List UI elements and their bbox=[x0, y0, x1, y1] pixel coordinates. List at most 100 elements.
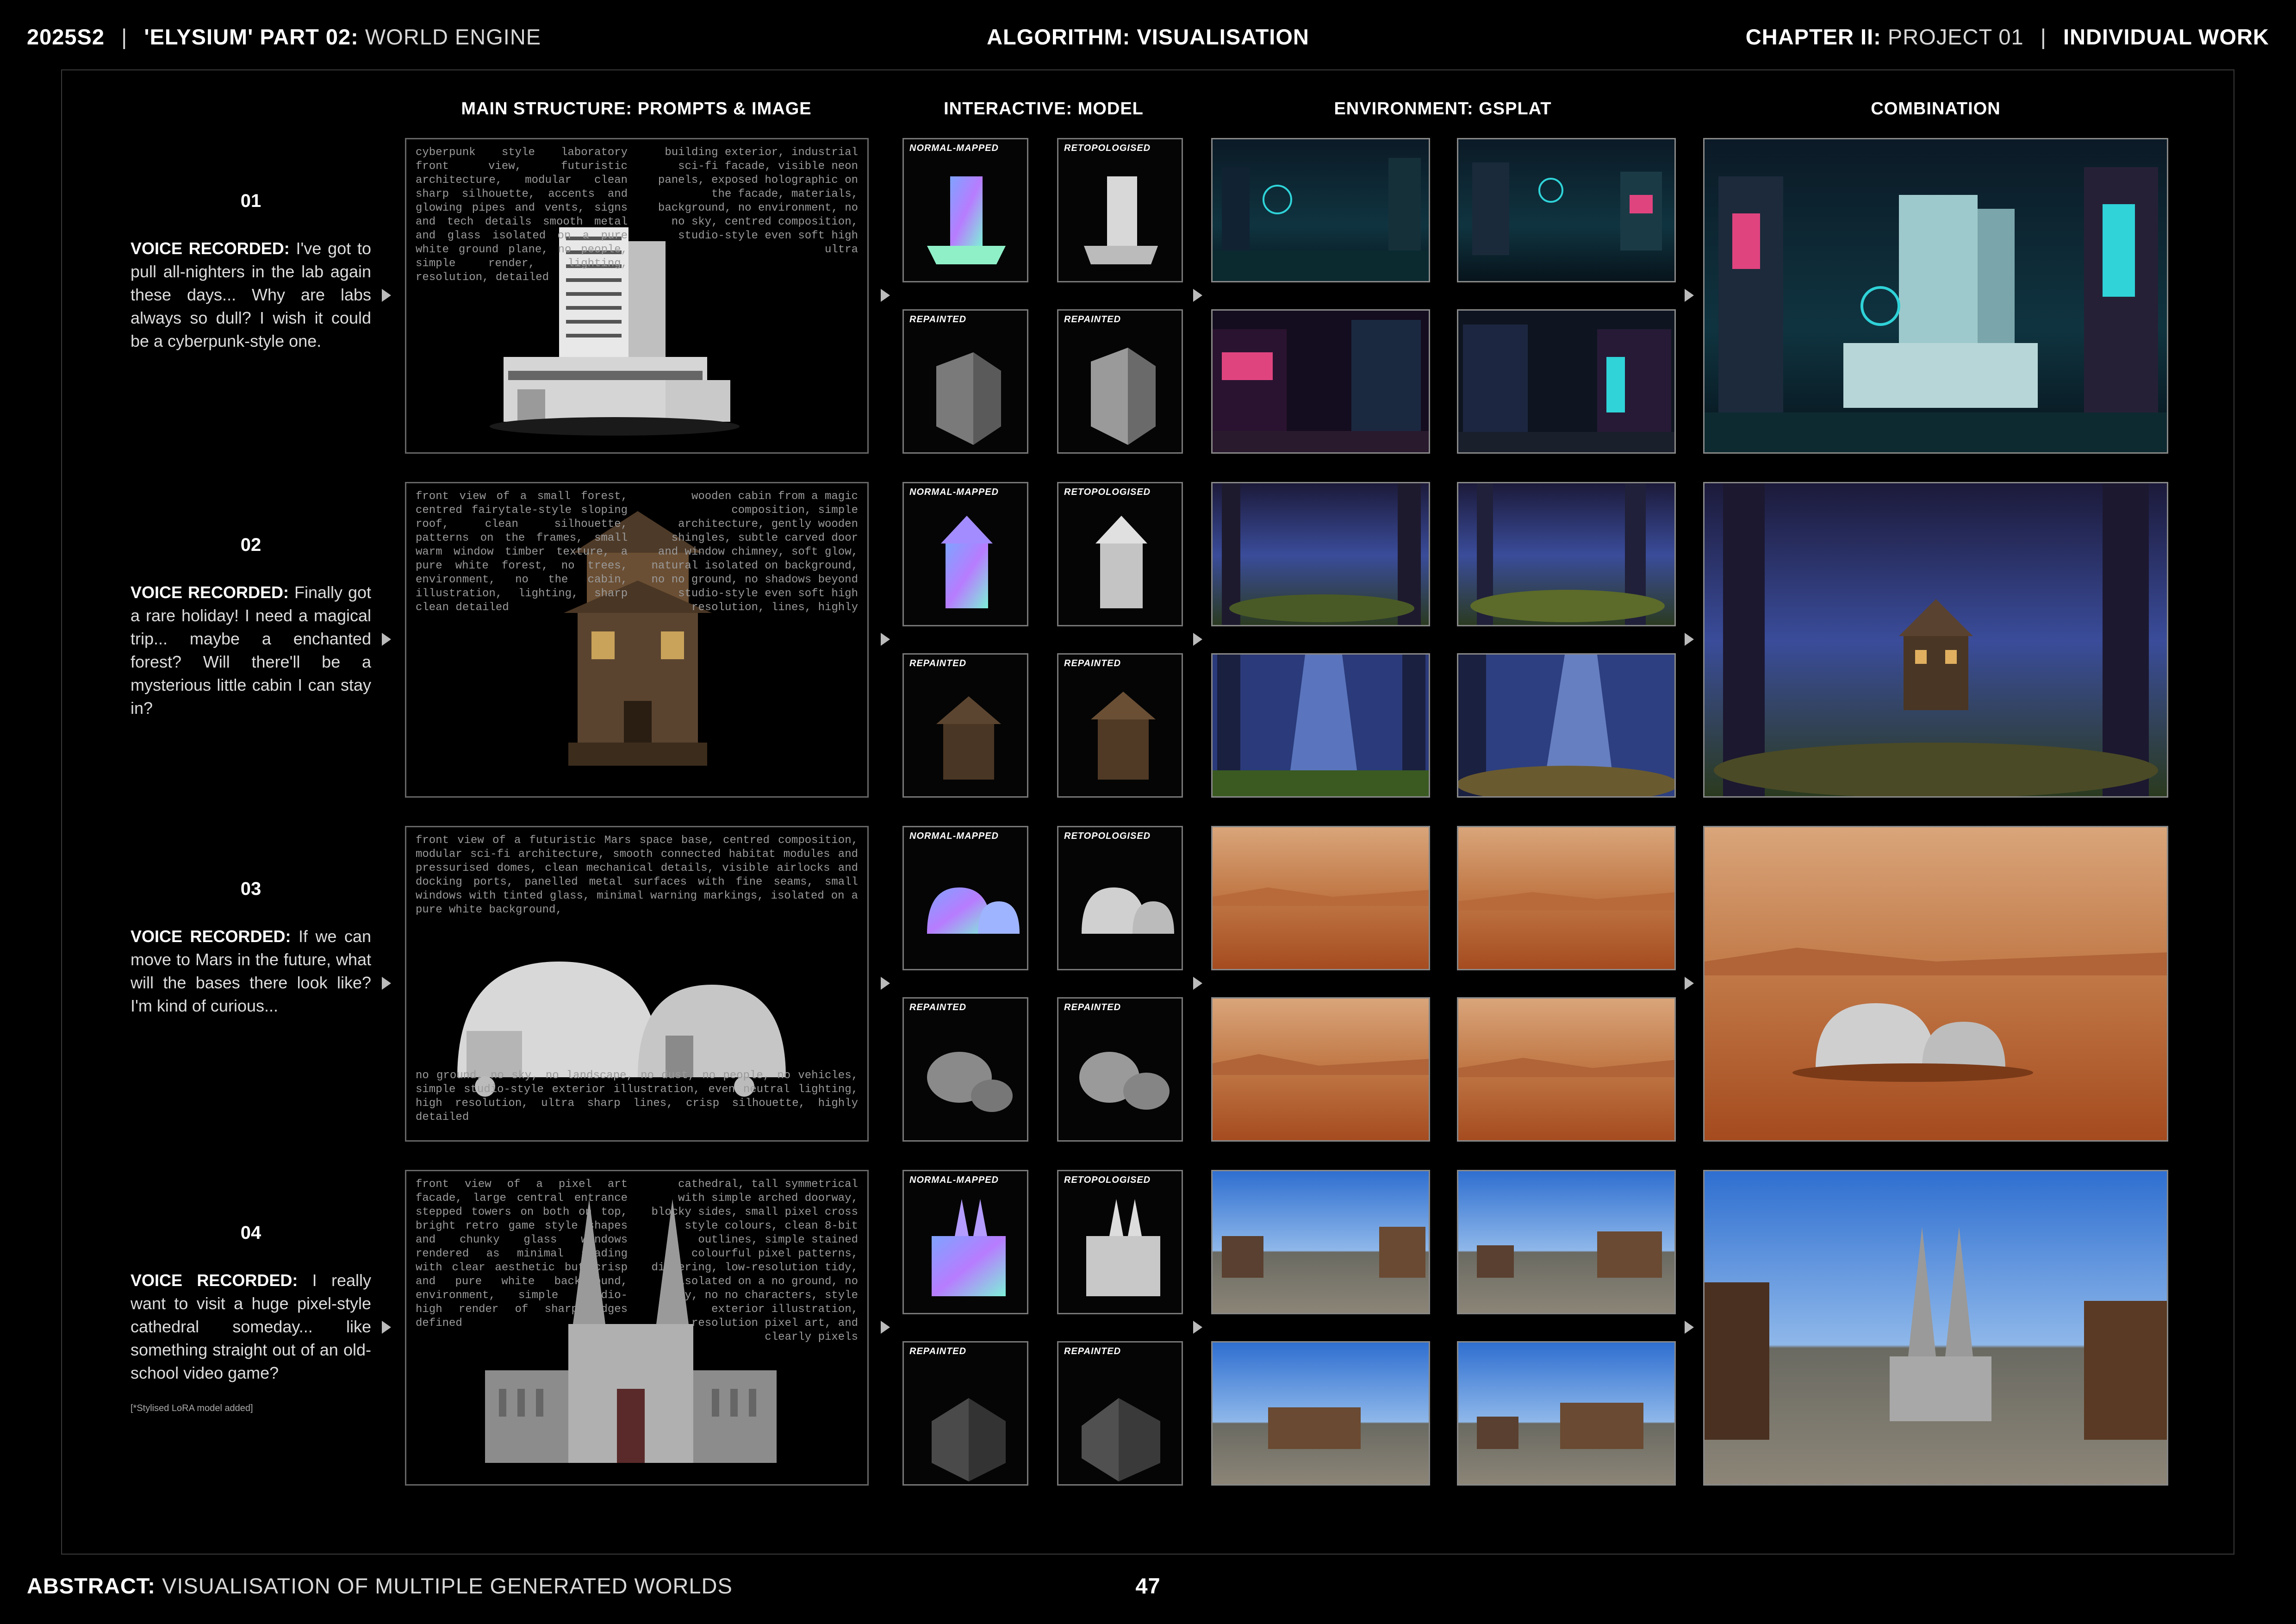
model-normal-mapped: NORMAL-MAPPED bbox=[902, 1170, 1028, 1314]
model-normal-mapped: NORMAL-MAPPED bbox=[902, 826, 1028, 970]
mars-landscape-image bbox=[1458, 827, 1674, 969]
model-repainted: REPAINTED bbox=[902, 309, 1028, 454]
model-label: REPAINTED bbox=[1064, 1002, 1121, 1012]
flow-arrow-icon bbox=[1685, 633, 1694, 646]
prompt-image-panel: front view of a small forest, centred fa… bbox=[405, 482, 869, 798]
flow-arrow-icon bbox=[382, 633, 391, 646]
model-label: NORMAL-MAPPED bbox=[909, 487, 999, 497]
enchanted-forest-image bbox=[1458, 655, 1674, 796]
flow-arrow-icon bbox=[1193, 633, 1202, 646]
row-4-meta: 04 VOICE RECORDED: I really want to visi… bbox=[131, 1171, 371, 1481]
repainted-building-icon bbox=[1091, 348, 1156, 445]
model-repainted: REPAINTED bbox=[902, 653, 1028, 798]
pixel-town-square-image bbox=[1213, 1343, 1429, 1484]
model-label: RETOPOLOGISED bbox=[1064, 143, 1151, 153]
gsplat-environment-view bbox=[1457, 482, 1676, 626]
voice-recorded-text: VOICE RECORDED: Finally got a rare holid… bbox=[131, 581, 371, 720]
algorithm-title: ALGORITHM: VISUALISATION bbox=[987, 25, 1309, 49]
column-header-interactive: INTERACTIVE: MODEL bbox=[944, 99, 1144, 119]
column-header-environment: ENVIRONMENT: GSPLAT bbox=[1334, 99, 1552, 119]
column-header-combination: COMBINATION bbox=[1871, 99, 2001, 119]
prompt-text-left: cyberpunk style laboratory front view, f… bbox=[416, 146, 628, 284]
retopologised-building-icon bbox=[1084, 176, 1158, 264]
row-3-meta: 03 VOICE RECORDED: If we can move to Mar… bbox=[131, 827, 371, 1137]
mars-base-on-mars-image bbox=[1705, 827, 2167, 1140]
gsplat-environment-view bbox=[1457, 138, 1676, 282]
repainted-domes-icon bbox=[927, 1052, 1013, 1112]
model-label: REPAINTED bbox=[909, 1002, 967, 1012]
mars-landscape-image bbox=[1458, 999, 1674, 1140]
mars-landscape-image bbox=[1213, 999, 1429, 1140]
prompt-image-panel: cyberpunk style laboratory front view, f… bbox=[405, 138, 869, 454]
row-number: 02 bbox=[240, 535, 261, 555]
prompt-text-top: front view of a futuristic Mars space ba… bbox=[416, 834, 858, 916]
prompt-text-right: wooden cabin from a magic composition, s… bbox=[651, 490, 858, 614]
combination-render bbox=[1703, 826, 2168, 1142]
flow-arrow-icon bbox=[382, 289, 391, 302]
voice-recorded-text: VOICE RECORDED: If we can move to Mars i… bbox=[131, 925, 371, 1018]
cyberpunk-city-image bbox=[1458, 311, 1674, 452]
voice-transcript: Finally got a rare holiday! I need a mag… bbox=[131, 583, 372, 718]
gsplat-environment-view bbox=[1457, 997, 1676, 1142]
model-label: NORMAL-MAPPED bbox=[909, 1175, 999, 1185]
model-normal-mapped: NORMAL-MAPPED bbox=[902, 482, 1028, 626]
chapter-bold: CHAPTER II: bbox=[1745, 25, 1881, 49]
flow-arrow-icon bbox=[1193, 977, 1202, 990]
pixel-town-square-image bbox=[1213, 1171, 1429, 1313]
gsplat-environment-view bbox=[1211, 997, 1430, 1142]
gsplat-environment-view bbox=[1457, 1341, 1676, 1486]
flow-arrow-icon bbox=[1685, 977, 1694, 990]
normal-mapped-cabin-icon bbox=[941, 516, 993, 608]
flow-arrow-icon bbox=[1193, 1321, 1202, 1334]
cyberpunk-city-image bbox=[1458, 139, 1674, 281]
flow-arrow-icon bbox=[881, 633, 890, 646]
gsplat-environment-view bbox=[1457, 653, 1676, 798]
model-repainted: REPAINTED bbox=[1057, 653, 1183, 798]
voice-label: VOICE RECORDED: bbox=[131, 239, 290, 258]
model-repainted: REPAINTED bbox=[1057, 309, 1183, 454]
flow-arrow-icon bbox=[382, 977, 391, 990]
flow-arrow-icon bbox=[881, 977, 890, 990]
model-normal-mapped: NORMAL-MAPPED bbox=[902, 138, 1028, 282]
model-label: NORMAL-MAPPED bbox=[909, 143, 999, 153]
combination-render bbox=[1703, 138, 2168, 454]
combination-render bbox=[1703, 482, 2168, 798]
mars-landscape-image bbox=[1213, 827, 1429, 969]
flow-arrow-icon bbox=[1193, 289, 1202, 302]
flow-arrow-icon bbox=[881, 1321, 890, 1334]
model-label: RETOPOLOGISED bbox=[1064, 487, 1151, 497]
column-header-main: MAIN STRUCTURE: PROMPTS & IMAGE bbox=[461, 99, 812, 119]
gsplat-environment-view bbox=[1211, 1341, 1430, 1486]
gsplat-environment-view bbox=[1211, 826, 1430, 970]
row-number: 03 bbox=[240, 879, 261, 899]
model-repainted: REPAINTED bbox=[902, 1341, 1028, 1486]
lora-note: [*Stylised LoRA model added] bbox=[131, 1403, 253, 1413]
repainted-domes-icon bbox=[1079, 1052, 1170, 1110]
repainted-cathedral-icon bbox=[1082, 1398, 1160, 1481]
model-label: REPAINTED bbox=[909, 658, 967, 668]
row-1-meta: 01 VOICE RECORDED: I've got to pull all-… bbox=[131, 139, 371, 449]
cabin-in-enchanted-forest-image bbox=[1705, 483, 2167, 796]
flow-arrow-icon bbox=[881, 289, 890, 302]
model-repainted: REPAINTED bbox=[1057, 997, 1183, 1142]
retopologised-cabin-icon bbox=[1095, 516, 1147, 608]
prompt-text-right: cathedral, tall symmetrical with simple … bbox=[651, 1178, 858, 1343]
prompt-image-panel: front view of a pixel art facade, large … bbox=[405, 1170, 869, 1486]
enchanted-forest-image bbox=[1213, 483, 1429, 625]
normal-mapped-building-icon bbox=[927, 176, 1006, 264]
voice-label: VOICE RECORDED: bbox=[131, 1271, 298, 1290]
gsplat-environment-view bbox=[1211, 309, 1430, 454]
normal-mapped-cathedral-icon bbox=[932, 1199, 1006, 1296]
voice-label: VOICE RECORDED: bbox=[131, 927, 291, 946]
model-repainted: REPAINTED bbox=[902, 997, 1028, 1142]
flow-arrow-icon bbox=[1685, 289, 1694, 302]
pixel-cathedral-in-town-image bbox=[1705, 1171, 2167, 1484]
cyberpunk-city-image bbox=[1213, 311, 1429, 452]
gsplat-environment-view bbox=[1211, 1170, 1430, 1314]
repainted-building-icon bbox=[936, 352, 1001, 445]
prompt-image-panel: front view of a futuristic Mars space ba… bbox=[405, 826, 869, 1142]
repainted-cathedral-icon bbox=[932, 1398, 1006, 1481]
row-2-meta: 02 VOICE RECORDED: Finally got a rare ho… bbox=[131, 483, 371, 793]
model-label: REPAINTED bbox=[909, 314, 967, 325]
voice-recorded-text: VOICE RECORDED: I've got to pull all-nig… bbox=[131, 237, 371, 353]
